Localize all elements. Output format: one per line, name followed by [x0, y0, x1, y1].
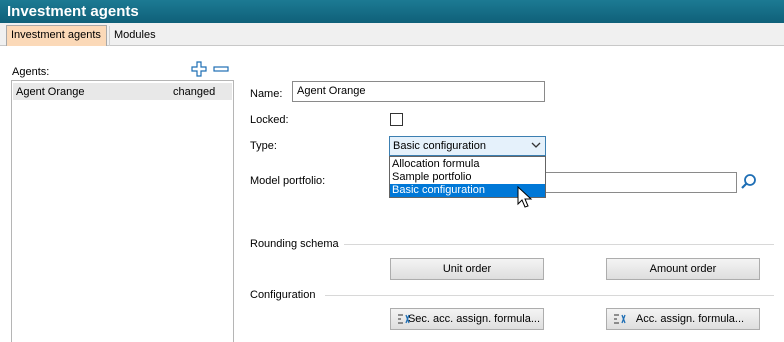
sec-acc-assign-formula-button[interactable]: Sec. acc. assign. formula... [390, 308, 544, 330]
minus-icon[interactable] [213, 61, 229, 77]
sec-acc-assign-formula-label: Sec. acc. assign. formula... [407, 313, 541, 325]
section-divider [344, 244, 774, 245]
plus-icon[interactable] [191, 61, 207, 77]
search-icon[interactable] [740, 173, 758, 191]
agent-name: Agent Orange [16, 86, 85, 98]
list-item[interactable]: Agent Orange changed [13, 83, 232, 100]
model-portfolio-label: Model portfolio: [250, 175, 326, 187]
amount-order-button[interactable]: Amount order [606, 258, 760, 280]
locked-label: Locked: [250, 114, 289, 126]
formula-icon [397, 312, 411, 326]
tab-strip: Investment agents Modules [0, 23, 784, 47]
section-divider [325, 295, 774, 296]
configuration-title: Configuration [250, 289, 316, 301]
mouse-pointer-icon [517, 185, 533, 210]
tab-modules[interactable]: Modules [109, 26, 159, 46]
name-label: Name: [250, 88, 283, 100]
acc-assign-formula-label: Acc. assign. formula... [635, 313, 745, 325]
locked-checkbox[interactable] [390, 113, 403, 126]
type-label: Type: [250, 140, 277, 152]
name-field[interactable]: Agent Orange [292, 81, 545, 102]
agent-status: changed [173, 86, 216, 98]
chevron-down-icon [531, 140, 541, 150]
rounding-schema-title: Rounding schema [250, 238, 339, 250]
tab-investment-agents[interactable]: Investment agents [6, 25, 107, 47]
type-select[interactable]: Basic configuration [389, 136, 546, 156]
agents-label: Agents: [12, 66, 50, 78]
window-title: Investment agents [0, 0, 784, 23]
type-option-allocation-formula[interactable]: Allocation formula [390, 158, 545, 171]
agents-list[interactable]: Agent Orange changed [11, 80, 234, 342]
main-panel: Agents: Agent Orange changed Name: Agent… [0, 46, 784, 342]
type-selected-value: Basic configuration [393, 140, 486, 152]
acc-assign-formula-button[interactable]: Acc. assign. formula... [606, 308, 760, 330]
type-option-sample-portfolio[interactable]: Sample portfolio [390, 171, 545, 184]
formula-icon [613, 312, 627, 326]
unit-order-button[interactable]: Unit order [390, 258, 544, 280]
